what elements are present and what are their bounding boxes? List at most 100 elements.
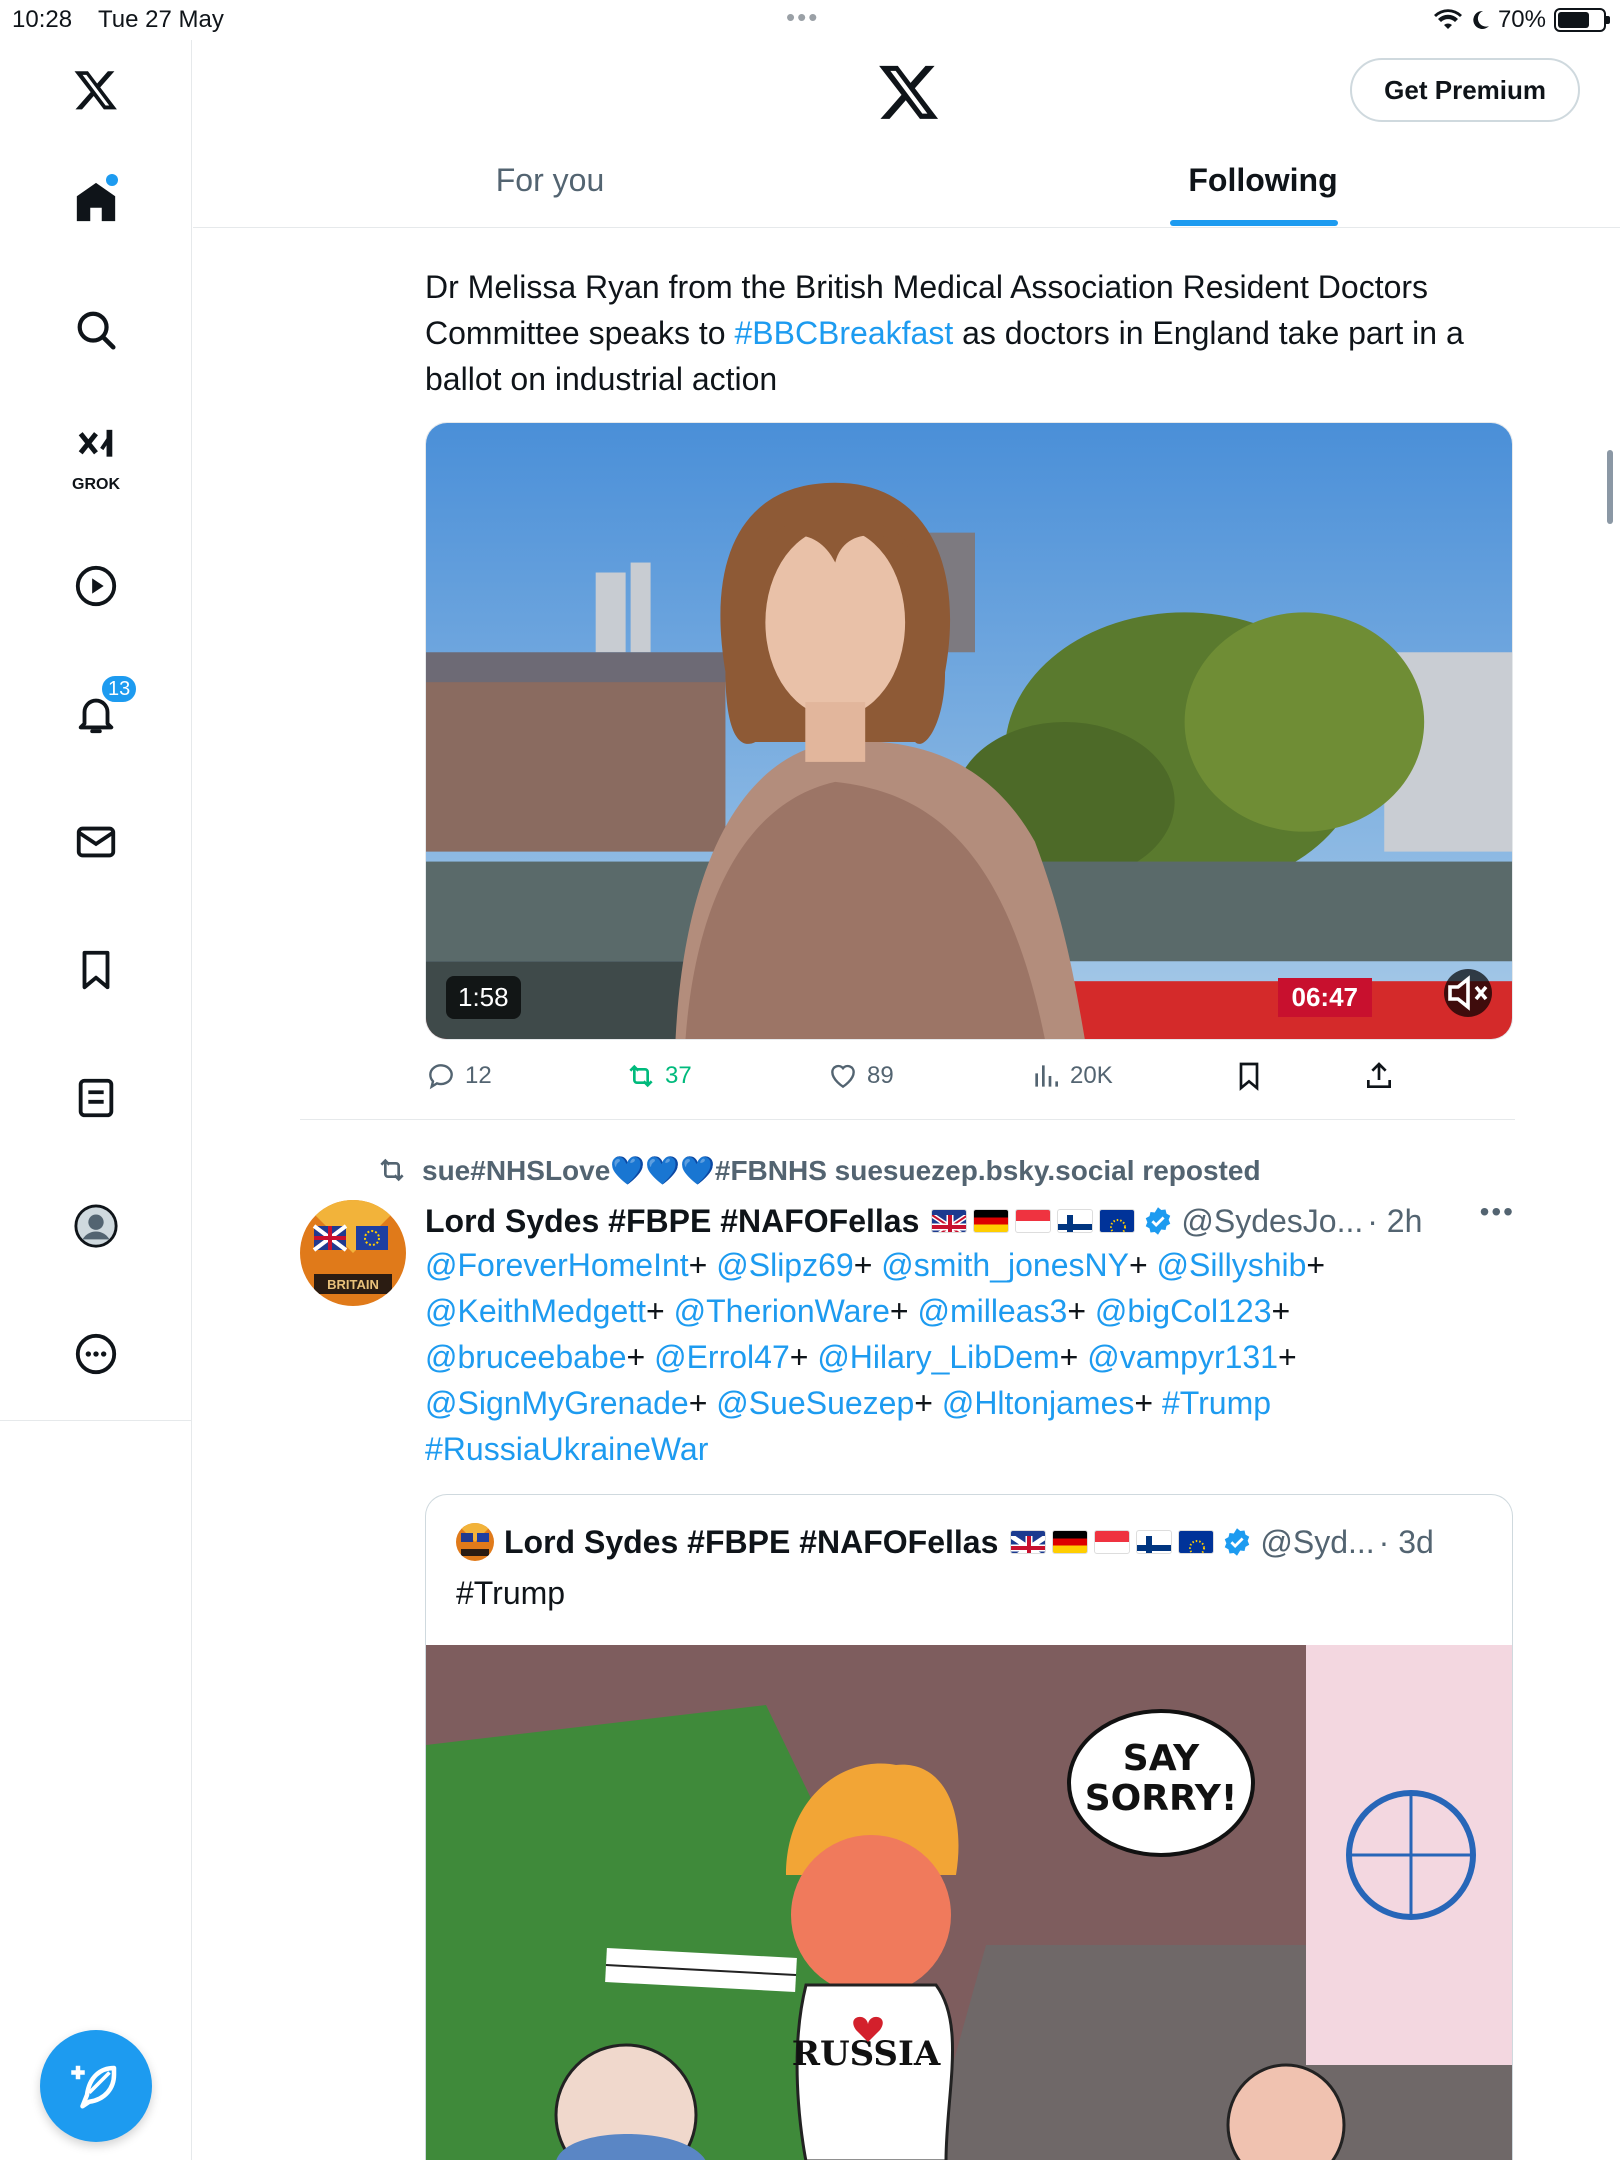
status-time: 10:28	[12, 6, 73, 33]
video-player[interactable]: 1:58 06:47	[425, 422, 1513, 1040]
mention-link[interactable]: @Hltonjames	[942, 1385, 1135, 1421]
post-divider	[300, 1119, 1515, 1120]
more-circle-icon	[75, 1333, 117, 1375]
mention-separator: +	[789, 1339, 818, 1375]
get-premium-button[interactable]: Get Premium	[1350, 58, 1580, 122]
nav-lists[interactable]	[56, 1058, 136, 1138]
notification-badge: 13	[100, 674, 139, 704]
wifi-icon	[1433, 9, 1462, 29]
mention-separator: +	[1067, 1293, 1095, 1329]
mention-link[interactable]: @Sillyshib	[1157, 1247, 1307, 1283]
moon-icon	[1473, 10, 1489, 29]
mention-link[interactable]: @Slipz69	[716, 1247, 853, 1283]
mention-link[interactable]: @KeithMedgett	[425, 1293, 646, 1329]
hashtag-link[interactable]: #Trump	[1162, 1385, 1271, 1421]
hashtag-link[interactable]: #RussiaUkraineWar	[425, 1431, 708, 1467]
author-handle[interactable]: @SydesJo...	[1181, 1203, 1363, 1240]
finland-flag-icon	[1136, 1530, 1173, 1554]
flag-emojis	[1010, 1530, 1215, 1554]
speaker-muted-icon	[1448, 975, 1488, 1011]
nav-profile[interactable]	[56, 1186, 136, 1266]
nav-grok[interactable]: GROK	[56, 418, 136, 498]
heart-icon	[831, 1064, 855, 1089]
nav-bookmarks[interactable]	[56, 930, 136, 1010]
repost-button[interactable]: 37	[625, 1060, 692, 1092]
quoted-post-text: #Trump	[456, 1575, 566, 1611]
author-avatar[interactable]: BRITAIN	[300, 1200, 406, 1306]
sidebar-divider	[0, 1420, 192, 1421]
tab-for-you[interactable]: For you	[193, 140, 907, 226]
mention-separator: +	[1128, 1247, 1157, 1283]
broadcast-clock: 06:47	[1277, 978, 1372, 1017]
mention-separator: +	[853, 1247, 882, 1283]
x-logo-icon[interactable]	[877, 60, 941, 124]
singapore-flag-icon	[1094, 1530, 1131, 1554]
reply-button[interactable]: 12	[425, 1060, 492, 1092]
battery-fill	[1558, 12, 1589, 28]
more-options-icon[interactable]: •••	[1480, 1196, 1515, 1228]
avatar-text: BRITAIN	[327, 1277, 379, 1292]
views-button[interactable]: 20K	[1030, 1060, 1113, 1092]
x-logo-icon[interactable]	[56, 50, 136, 130]
flag-emojis	[931, 1209, 1136, 1233]
nav-messages[interactable]	[56, 802, 136, 882]
status-indicators: 70%	[1433, 6, 1610, 34]
cartoon-illustration: SAY SORRY! RUSSIA	[426, 1645, 1512, 2160]
quoted-author-name: Lord Sydes #FBPE #NAFOFellas	[504, 1523, 999, 1560]
compose-button[interactable]	[40, 2030, 152, 2142]
multitasking-dots-icon[interactable]: •••	[786, 2, 819, 33]
nav-more[interactable]	[56, 1314, 136, 1394]
author-display-name[interactable]: Lord Sydes #FBPE #NAFOFellas	[425, 1203, 919, 1240]
mention-link[interactable]: @TherionWare	[674, 1293, 890, 1329]
mention-link[interactable]: @Errol47	[654, 1339, 790, 1375]
share-button[interactable]	[1363, 1060, 1395, 1092]
search-icon	[77, 311, 116, 350]
mention-separator: +	[1271, 1293, 1291, 1329]
nav-home[interactable]	[56, 162, 136, 242]
singapore-flag-icon	[1015, 1209, 1052, 1233]
active-tab-indicator	[1170, 220, 1338, 226]
nav-video[interactable]	[56, 546, 136, 626]
nav-explore[interactable]	[56, 290, 136, 370]
repost-context[interactable]: sue#NHSLove💙💙💙#FBNHS suesuezep.bsky.soci…	[376, 1150, 1261, 1190]
mention-link[interactable]: @SignMyGrenade	[425, 1385, 689, 1421]
battery-percent: 70%	[1497, 6, 1546, 33]
reply-icon	[429, 1064, 453, 1090]
post-actions: 12 37 89 20K	[425, 1060, 1515, 1100]
repost-count: 37	[665, 1062, 692, 1089]
mention-separator: +	[1134, 1385, 1162, 1421]
tab-for-you-label: For you	[495, 162, 605, 198]
germany-flag-icon	[973, 1209, 1010, 1233]
repost-icon	[629, 1064, 653, 1088]
mention-separator: +	[1059, 1339, 1088, 1375]
scrollbar[interactable]	[1607, 450, 1613, 524]
bookmark-icon	[1239, 1062, 1259, 1091]
mention-link[interactable]: @bigCol123	[1095, 1293, 1272, 1329]
quoted-author-handle: @Syd...	[1260, 1523, 1375, 1560]
mention-link[interactable]: @ForeverHomeInt	[425, 1247, 689, 1283]
post-text: Dr Melissa Ryan from the British Medical…	[425, 264, 1515, 402]
mention-separator: +	[646, 1293, 674, 1329]
speech-line-1: SAY	[1123, 1738, 1200, 1779]
mention-link[interactable]: @bruceebabe	[425, 1339, 627, 1375]
sidebar: GROK 13	[0, 40, 192, 2160]
nav-notifications[interactable]: 13	[56, 674, 139, 754]
status-date: Tue 27 May	[98, 6, 224, 33]
like-button[interactable]: 89	[827, 1060, 894, 1092]
mute-button[interactable]	[1444, 969, 1492, 1017]
tab-following[interactable]: Following	[907, 140, 1619, 226]
mention-separator: +	[626, 1339, 655, 1375]
hashtag-link[interactable]: #BBCBreakfast	[734, 315, 953, 351]
uk-flag-icon	[1010, 1530, 1047, 1554]
mention-link[interactable]: @vampyr131	[1087, 1339, 1278, 1375]
uk-flag-icon	[931, 1209, 968, 1233]
quoted-post[interactable]: Lord Sydes #FBPE #NAFOFellas @Syd... · 3…	[425, 1494, 1513, 2160]
post-time[interactable]: · 2h	[1367, 1203, 1422, 1240]
mention-link[interactable]: @Hilary_LibDem	[817, 1339, 1059, 1375]
mention-link[interactable]: @milleas3	[917, 1293, 1067, 1329]
status-bar: 10:28 Tue 27 May ••• 70%	[0, 0, 1620, 40]
mention-link[interactable]: @smith_jonesNY	[881, 1247, 1129, 1283]
mention-link[interactable]: @SueSuezep	[716, 1385, 914, 1421]
quoted-cartoon-image[interactable]: SAY SORRY! RUSSIA	[426, 1645, 1512, 2160]
bookmark-button[interactable]	[1233, 1060, 1265, 1092]
